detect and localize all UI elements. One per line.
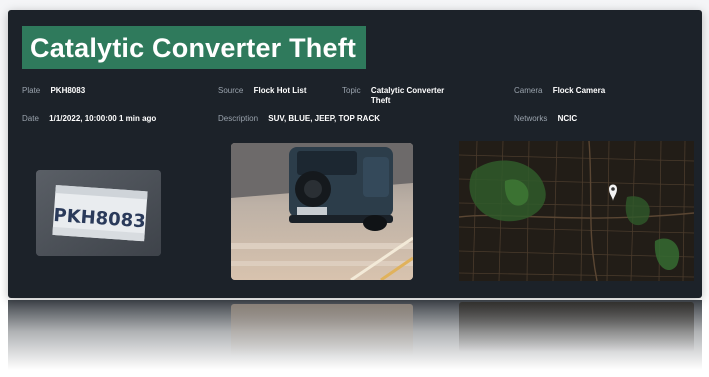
reflection-map <box>459 302 694 352</box>
location-map[interactable] <box>459 141 694 281</box>
date-field: Date 1/1/2022, 10:00:00 1 min ago <box>22 114 156 124</box>
networks-field: Networks NCIC <box>514 114 577 124</box>
date-label: Date <box>22 114 39 123</box>
map-tiles <box>459 141 694 281</box>
topic-field: Topic Catalytic Converter Theft <box>342 86 466 106</box>
reflection-vehicle <box>231 304 413 356</box>
topic-value: Catalytic Converter Theft <box>370 86 445 105</box>
screen: Catalytic Converter Theft Plate PKH8083 … <box>0 0 709 377</box>
vehicle-photo <box>231 143 413 280</box>
plate-photo: PKH8083 <box>36 170 161 256</box>
camera-label: Camera <box>514 86 543 95</box>
date-value: 1/1/2022, 10:00:00 1 min ago <box>49 114 157 123</box>
source-field: Source Flock Hot List <box>218 86 306 96</box>
source-label: Source <box>218 86 244 95</box>
camera-value: Flock Camera <box>552 86 606 95</box>
networks-label: Networks <box>514 114 548 123</box>
topic-label: Topic <box>342 86 361 95</box>
plate-label: Plate <box>22 86 41 95</box>
plate-value: PKH8083 <box>50 86 86 95</box>
description-value: SUV, BLUE, JEEP, TOP RACK <box>268 114 380 123</box>
alert-title: Catalytic Converter Theft <box>22 26 367 69</box>
camera-field: Camera Flock Camera <box>514 86 605 96</box>
description-label: Description <box>218 114 259 123</box>
networks-value: NCIC <box>557 114 578 123</box>
plate-image[interactable]: PKH8083 <box>36 170 161 256</box>
alert-card: Catalytic Converter Theft Plate PKH8083 … <box>8 10 702 298</box>
plate-field: Plate PKH8083 <box>22 86 85 96</box>
source-value: Flock Hot List <box>253 86 307 95</box>
vehicle-image[interactable] <box>231 143 413 280</box>
card-reflection <box>8 300 702 370</box>
description-field: Description SUV, BLUE, JEEP, TOP RACK <box>218 114 380 124</box>
